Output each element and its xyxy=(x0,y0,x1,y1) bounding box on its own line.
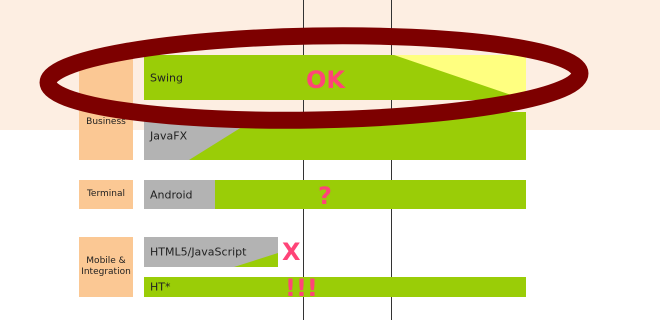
ellipse-annotation xyxy=(39,27,589,129)
mark-exclaim: !!! xyxy=(285,274,318,302)
mark-question: ? xyxy=(318,182,332,210)
mark-x: X xyxy=(282,238,301,266)
mark-ok: OK xyxy=(306,66,345,94)
